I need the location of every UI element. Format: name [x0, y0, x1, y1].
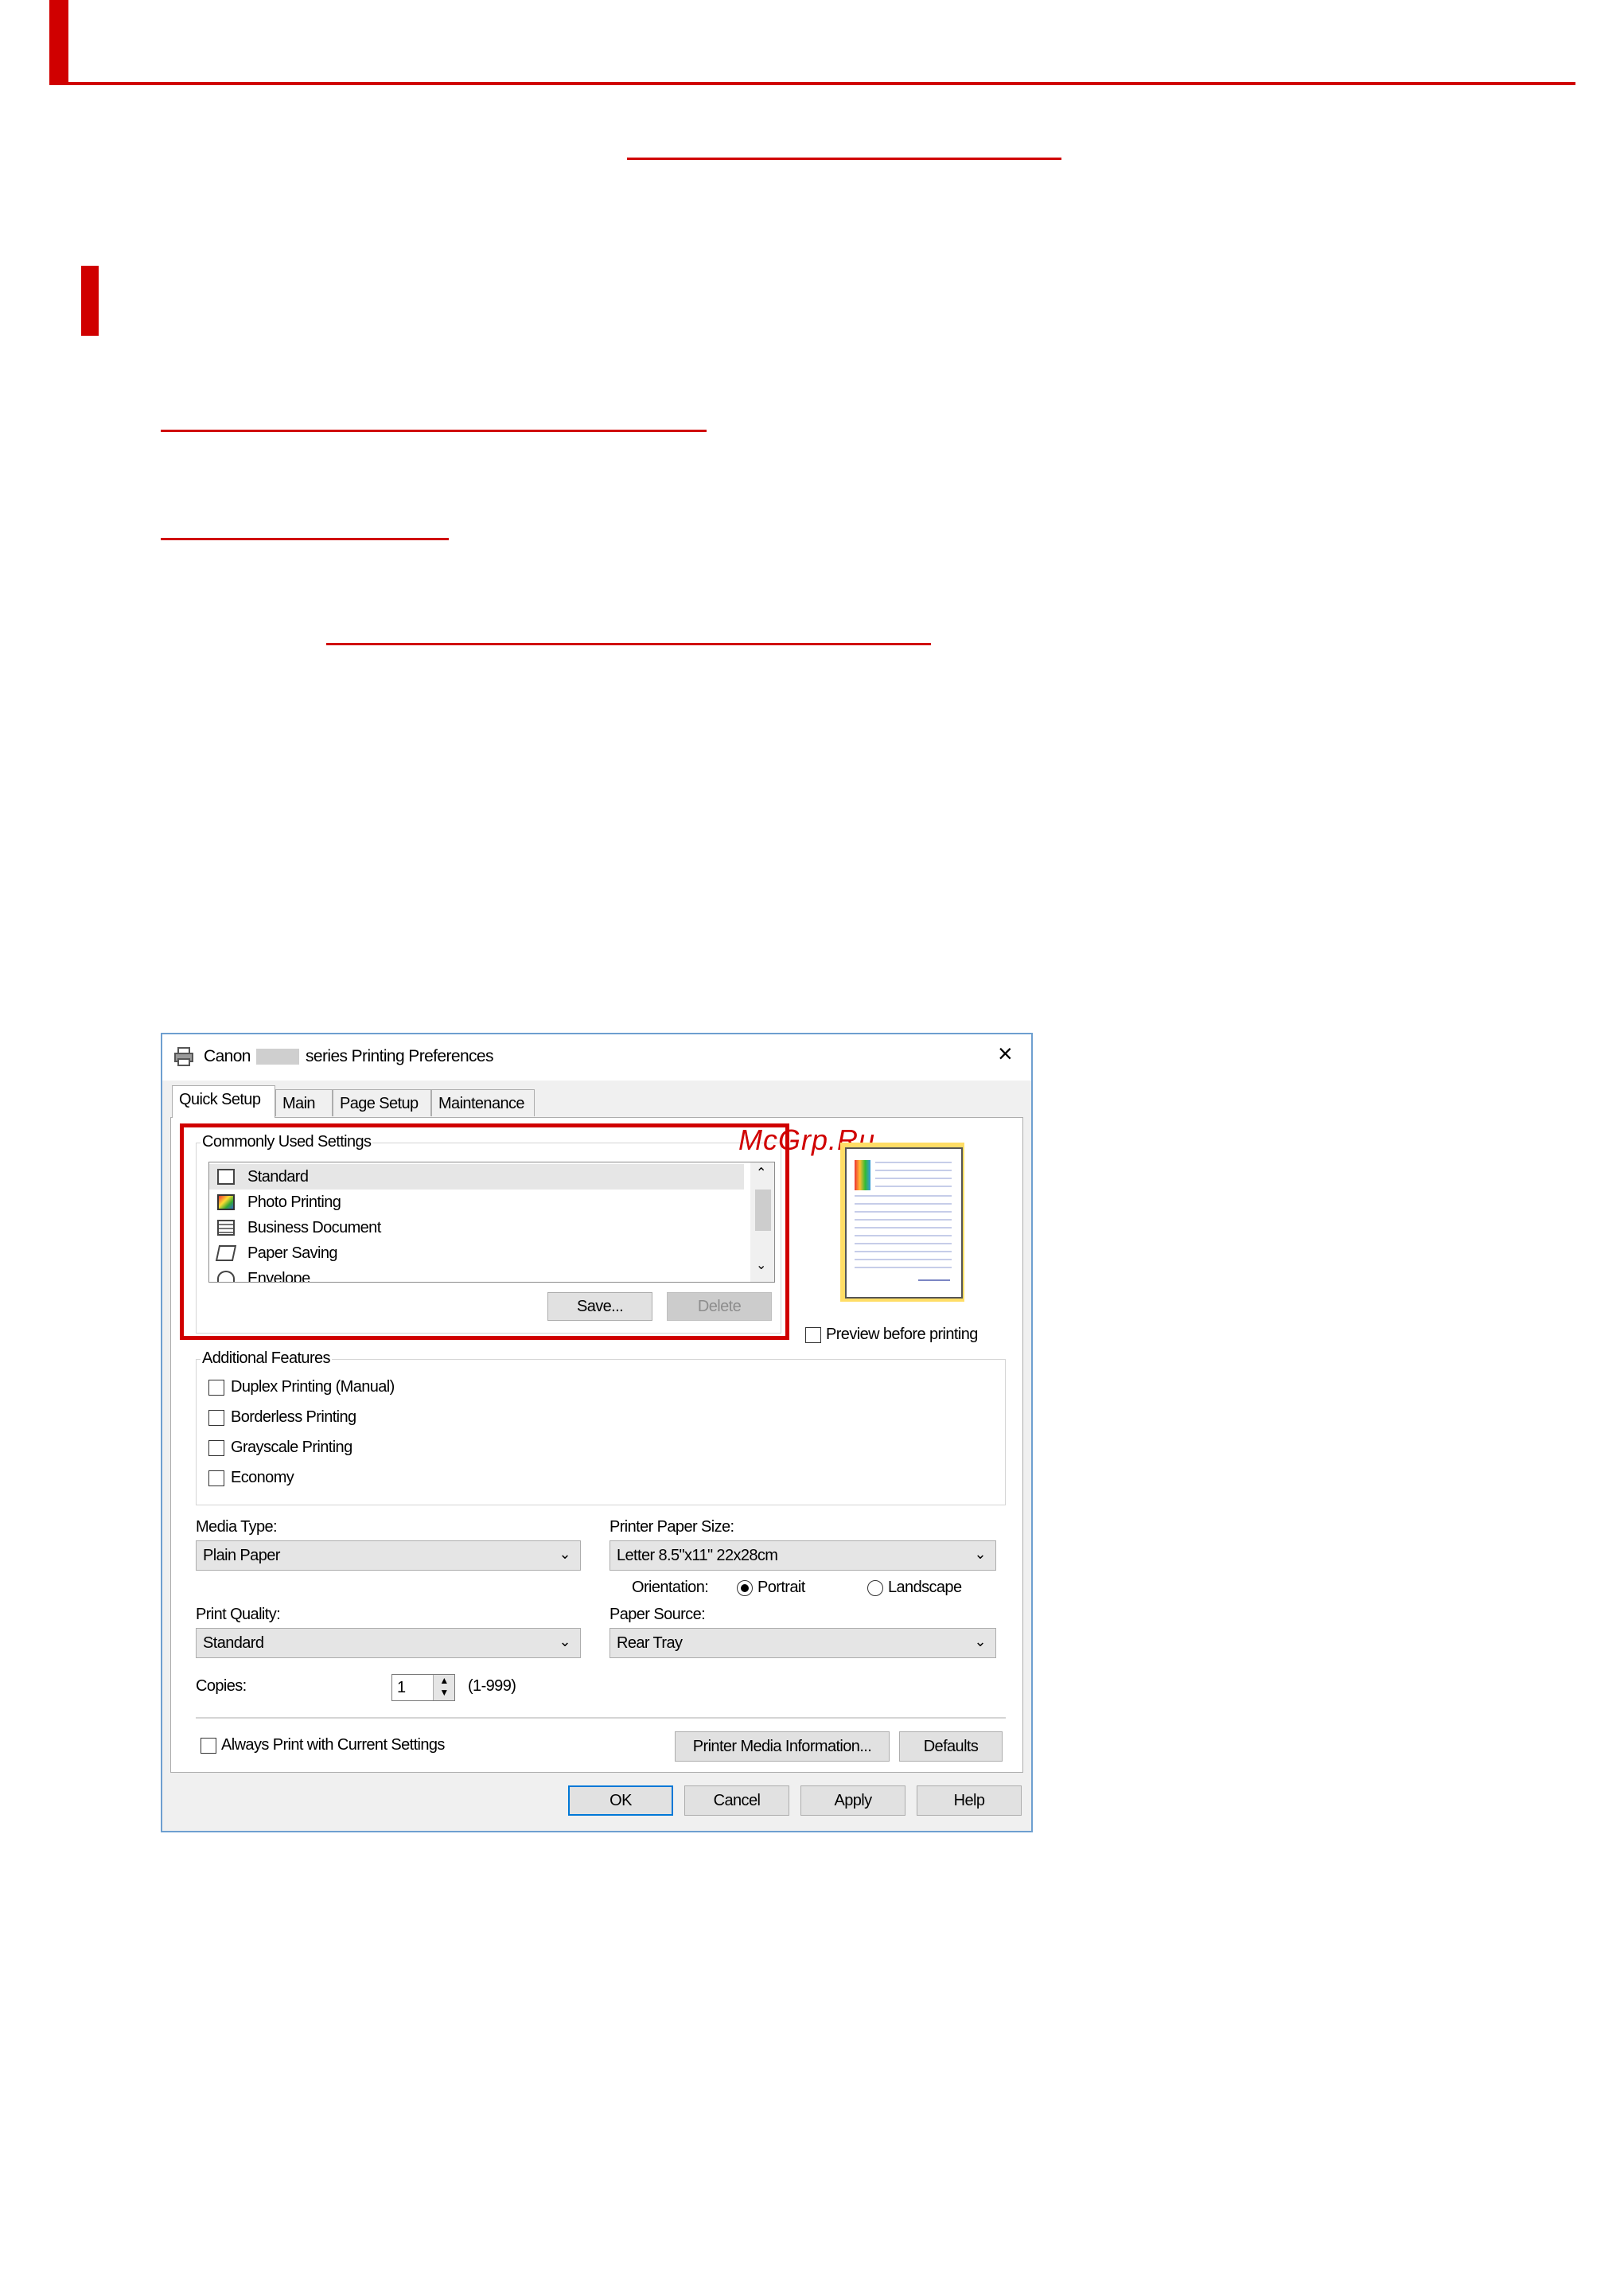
redacted-model	[256, 1049, 299, 1065]
preview-line	[855, 1195, 952, 1197]
link-underline[interactable]	[161, 430, 707, 432]
preview-line	[875, 1178, 952, 1179]
subsection-marker	[81, 266, 99, 336]
portrait-radio[interactable]	[737, 1580, 753, 1596]
orientation-label: Orientation:	[632, 1579, 709, 1596]
duplex-checkbox[interactable]	[208, 1380, 224, 1396]
media-type-select[interactable]: Plain Paper ⌄	[196, 1540, 581, 1571]
borderless-label: Borderless Printing	[231, 1408, 356, 1426]
economy-label: Economy	[231, 1469, 294, 1486]
tab-main[interactable]: Main	[275, 1089, 333, 1116]
preview-line	[918, 1279, 950, 1281]
copies-label: Copies:	[196, 1677, 247, 1695]
tab-quick-setup[interactable]: Quick Setup	[172, 1085, 275, 1118]
preview-line	[875, 1186, 952, 1187]
print-preview	[845, 1147, 963, 1299]
portrait-label: Portrait	[757, 1579, 805, 1596]
preview-line	[855, 1259, 952, 1260]
header-rule	[49, 82, 1575, 85]
preview-checkbox[interactable]	[805, 1327, 821, 1343]
copies-range: (1-999)	[468, 1677, 516, 1695]
landscape-label: Landscape	[888, 1579, 962, 1596]
preview-label: Preview before printing	[826, 1326, 978, 1343]
economy-checkbox[interactable]	[208, 1470, 224, 1486]
paper-size-label: Printer Paper Size:	[609, 1518, 734, 1536]
print-quality-select[interactable]: Standard ⌄	[196, 1628, 581, 1658]
preview-line	[855, 1235, 952, 1236]
link-underline[interactable]	[161, 538, 449, 540]
preview-line	[875, 1162, 952, 1163]
highlight-box	[180, 1123, 789, 1340]
window-title-prefix: Canon	[204, 1047, 251, 1065]
tab-page-setup[interactable]: Page Setup	[333, 1089, 431, 1116]
cancel-button[interactable]: Cancel	[684, 1785, 789, 1816]
preview-line	[855, 1227, 952, 1229]
grayscale-checkbox[interactable]	[208, 1440, 224, 1456]
title-bar: Canon series Printing Preferences ×	[162, 1034, 1031, 1081]
paper-source-label: Paper Source:	[609, 1606, 706, 1623]
duplex-label: Duplex Printing (Manual)	[231, 1378, 395, 1396]
divider	[196, 1717, 1006, 1719]
preview-image	[855, 1160, 870, 1190]
landscape-radio[interactable]	[867, 1580, 883, 1596]
close-icon[interactable]: ×	[998, 1041, 1013, 1066]
chevron-down-icon: ⌄	[559, 1546, 571, 1562]
ok-button[interactable]: OK	[568, 1785, 673, 1816]
section-marker	[49, 0, 68, 84]
media-type-label: Media Type:	[196, 1518, 278, 1536]
window-title: series Printing Preferences	[306, 1047, 494, 1065]
preview-line	[875, 1170, 952, 1171]
media-info-button[interactable]: Printer Media Information...	[675, 1731, 890, 1762]
preview-line	[855, 1251, 952, 1252]
preview-line	[855, 1267, 952, 1268]
preview-line	[855, 1203, 952, 1205]
tab-maintenance[interactable]: Maintenance	[431, 1089, 535, 1116]
copies-stepper[interactable]: ▲ ▼	[433, 1675, 454, 1700]
paper-source-select[interactable]: Rear Tray ⌄	[609, 1628, 996, 1658]
link-underline[interactable]	[627, 158, 1061, 160]
print-quality-label: Print Quality:	[196, 1606, 281, 1623]
paper-size-select[interactable]: Letter 8.5"x11" 22x28cm ⌄	[609, 1540, 996, 1571]
preview-line	[855, 1211, 952, 1213]
additional-features-label: Additional Features	[201, 1349, 332, 1368]
link-underline[interactable]	[326, 643, 931, 645]
borderless-checkbox[interactable]	[208, 1410, 224, 1426]
preview-line	[855, 1219, 952, 1221]
defaults-button[interactable]: Defaults	[899, 1731, 1003, 1762]
help-button[interactable]: Help	[917, 1785, 1022, 1816]
printer-icon	[174, 1047, 193, 1066]
copies-input[interactable]: 1 ▲ ▼	[391, 1674, 455, 1701]
chevron-down-icon: ⌄	[974, 1546, 987, 1562]
apply-button[interactable]: Apply	[800, 1785, 905, 1816]
grayscale-label: Grayscale Printing	[231, 1439, 352, 1456]
always-print-label: Always Print with Current Settings	[221, 1736, 445, 1754]
chevron-down-icon: ⌄	[974, 1633, 987, 1649]
preview-line	[855, 1243, 952, 1244]
always-print-checkbox[interactable]	[201, 1738, 216, 1754]
printing-preferences-dialog: Canon series Printing Preferences × Quic…	[161, 1033, 1033, 1832]
chevron-down-icon: ⌄	[559, 1633, 571, 1649]
